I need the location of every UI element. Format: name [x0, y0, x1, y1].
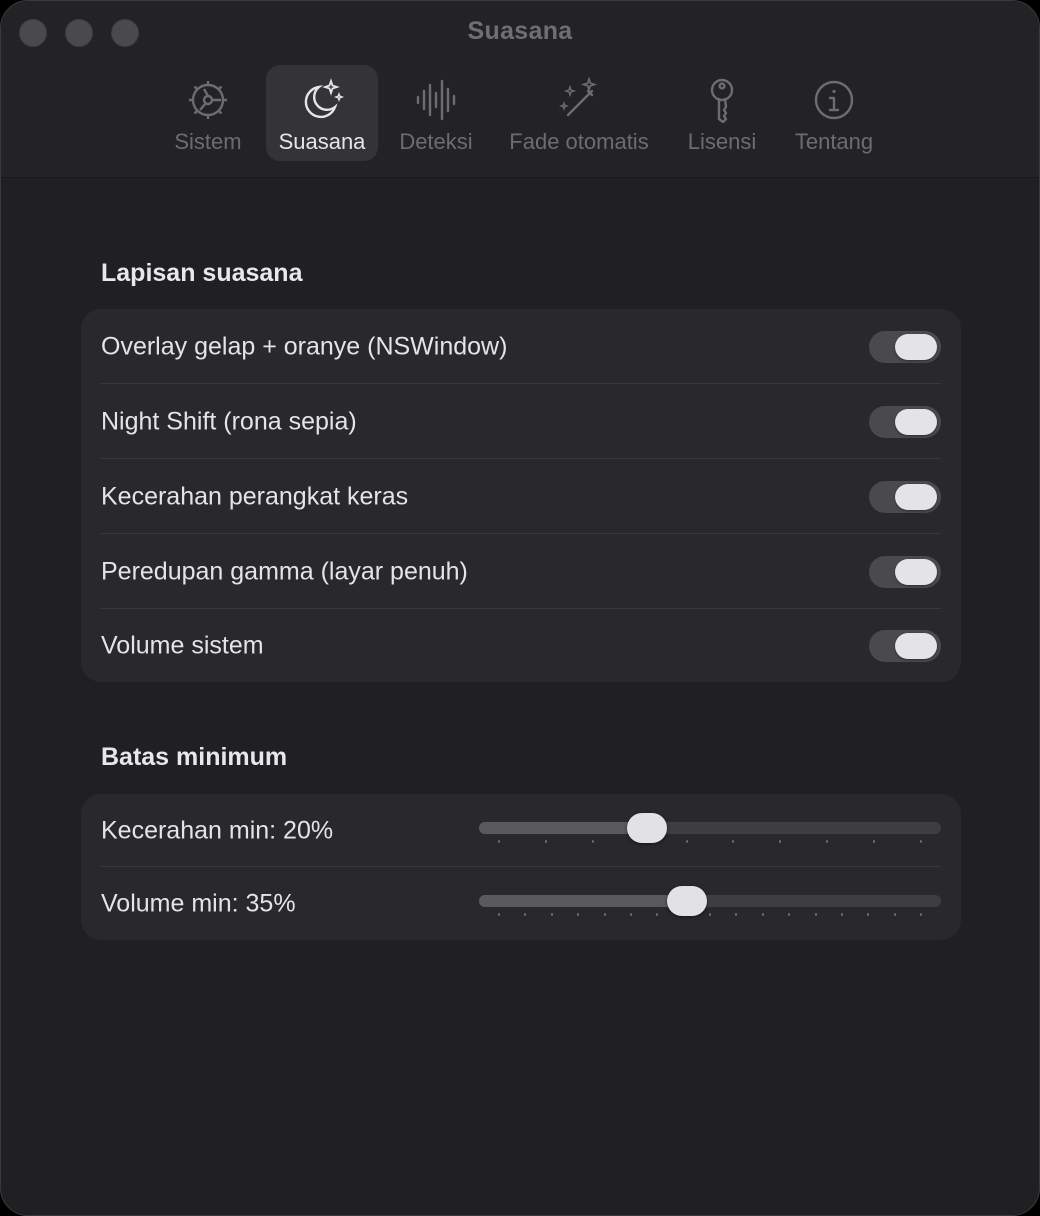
- waveform-icon: [412, 77, 460, 123]
- slider-tick: [709, 913, 711, 916]
- slider-tick: [498, 840, 500, 843]
- toggle-label: Night Shift (rona sepia): [101, 407, 357, 435]
- tab-suasana[interactable]: Suasana: [266, 65, 378, 161]
- tab-label: Lisensi: [687, 129, 757, 154]
- window-title: Suasana: [467, 17, 573, 45]
- slider-row: Kecerahan min: 20%: [101, 794, 941, 867]
- overlay-toggle[interactable]: [869, 330, 941, 363]
- brightness-min-slider[interactable]: [479, 794, 941, 867]
- toggle-knob: [895, 558, 937, 585]
- gamma-dimming-toggle[interactable]: [869, 555, 941, 588]
- slider-tick: [732, 840, 735, 843]
- moon-stars-icon: [298, 77, 346, 123]
- toolbar: Suasana Sistem Suasana Deteksi Fade otom…: [1, 1, 1039, 178]
- slider-thumb[interactable]: [666, 886, 707, 916]
- slider-tick: [656, 913, 659, 916]
- slider-tick: [591, 840, 594, 843]
- toggle-row: Peredupan gamma (layar penuh): [101, 534, 941, 609]
- tab-bar: Sistem Suasana Deteksi Fade otomatis Lis…: [1, 65, 1039, 161]
- slider-tick: [814, 913, 817, 916]
- toggle-knob: [895, 632, 937, 659]
- slider-tick: [685, 840, 688, 843]
- slider-label: Volume min: 35%: [101, 889, 296, 917]
- slider-tick: [873, 840, 876, 843]
- slider-tick: [544, 840, 547, 843]
- key-icon: [698, 77, 746, 123]
- slider-tick: [761, 913, 764, 916]
- info-circle-icon: [810, 77, 858, 123]
- slider-thumb[interactable]: [626, 813, 667, 843]
- tab-lisensi[interactable]: Lisensi: [677, 65, 767, 161]
- gear-icon: [184, 77, 232, 123]
- slider-tick: [498, 913, 500, 916]
- slider-tick: [788, 913, 791, 916]
- toggle-row: Night Shift (rona sepia): [101, 384, 941, 459]
- toggle-row: Volume sistem: [101, 608, 941, 683]
- minimums-card: Kecerahan min: 20% Volume min: 35%: [81, 794, 961, 940]
- slider-label: Kecerahan min: 20%: [101, 816, 334, 844]
- magic-wand-icon: [555, 77, 603, 123]
- slider-tick: [550, 913, 553, 916]
- slider-tick: [577, 913, 580, 916]
- tab-fade-otomatis[interactable]: Fade otomatis: [499, 65, 659, 161]
- slider-tick: [867, 913, 870, 916]
- slider-tick: [920, 840, 922, 843]
- toggle-knob: [895, 483, 937, 510]
- slider-row: Volume min: 35%: [101, 867, 941, 940]
- slider-tick: [735, 913, 738, 916]
- section-title-layers: Lapisan suasana: [101, 259, 303, 287]
- night-shift-toggle[interactable]: [869, 405, 941, 438]
- layers-card: Overlay gelap + oranye (NSWindow) Night …: [81, 309, 961, 682]
- slider-tick: [524, 913, 527, 916]
- toggle-label: Peredupan gamma (layar penuh): [101, 557, 468, 585]
- tab-label: Deteksi: [399, 129, 473, 154]
- toggle-knob: [895, 333, 937, 360]
- tab-label: Tentang: [794, 129, 874, 154]
- tab-deteksi[interactable]: Deteksi: [391, 65, 481, 161]
- toggle-knob: [895, 408, 937, 435]
- volume-min-slider[interactable]: [479, 867, 941, 940]
- slider-tick: [629, 913, 632, 916]
- section-title-minimums: Batas minimum: [101, 743, 288, 771]
- system-volume-toggle[interactable]: [869, 629, 941, 662]
- tab-label: Fade otomatis: [509, 129, 649, 154]
- tab-sistem[interactable]: Sistem: [163, 65, 253, 161]
- toggle-row: Kecerahan perangkat keras: [101, 459, 941, 534]
- slider-tick: [840, 913, 843, 916]
- toggle-label: Volume sistem: [101, 631, 264, 659]
- hardware-brightness-toggle[interactable]: [869, 480, 941, 513]
- slider-tick: [779, 840, 782, 843]
- slider-tick: [920, 913, 922, 916]
- tab-tentang[interactable]: Tentang: [785, 65, 883, 161]
- tab-label: Sistem: [174, 129, 242, 154]
- slider-fill: [479, 822, 647, 834]
- settings-window: Suasana Sistem Suasana Deteksi Fade otom…: [0, 0, 1040, 1216]
- slider-tick: [826, 840, 829, 843]
- toggle-row: Overlay gelap + oranye (NSWindow): [101, 309, 941, 384]
- tab-label: Suasana: [278, 129, 366, 154]
- slider-tick: [893, 913, 896, 916]
- toggle-label: Overlay gelap + oranye (NSWindow): [101, 332, 508, 360]
- toggle-label: Kecerahan perangkat keras: [101, 482, 409, 510]
- slider-fill: [479, 895, 687, 907]
- slider-tick: [603, 913, 606, 916]
